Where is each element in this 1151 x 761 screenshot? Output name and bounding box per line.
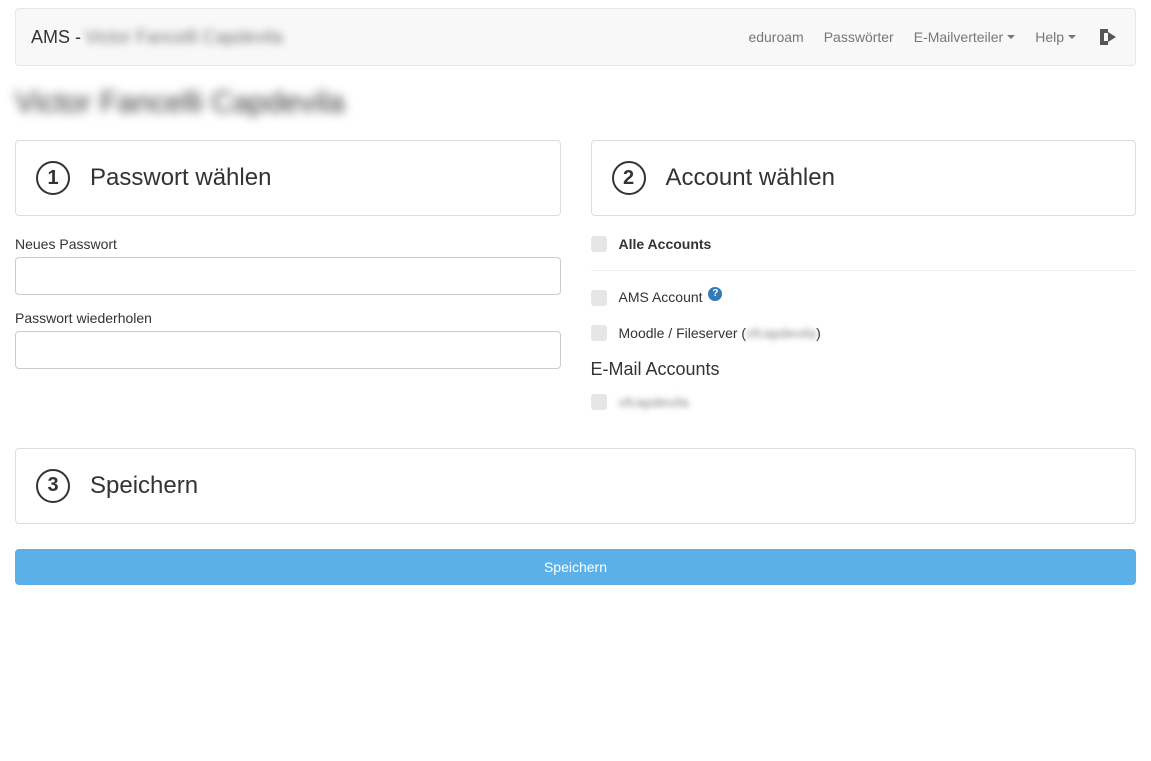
checkbox-label-moodle: Moodle / Fileserver (vfcapdevila)	[619, 325, 821, 341]
panel-heading-3: 3 Speichern	[36, 469, 1115, 503]
chevron-down-icon	[1007, 35, 1015, 39]
nav-label: Help	[1035, 29, 1064, 45]
col-right: 2 Account wählen Alle Accounts AMS Accou…	[591, 140, 1137, 428]
navbar-right: eduroam Passwörter E-Mailverteiler Help	[738, 14, 1135, 60]
panel-password: 1 Passwort wählen	[15, 140, 561, 216]
nav-link-emailverteiler[interactable]: E-Mailverteiler	[904, 14, 1025, 60]
divider	[591, 270, 1137, 271]
help-icon[interactable]: ?	[708, 287, 722, 301]
navbar: AMS - Victor Fancelli Capdevila eduroam …	[15, 8, 1136, 66]
checkbox-label-ams: AMS Account ?	[619, 289, 723, 307]
panel-heading-1: 1 Passwort wählen	[36, 161, 540, 195]
moodle-prefix: Moodle / Fileserver (	[619, 325, 747, 341]
panel-heading-2: 2 Account wählen	[612, 161, 1116, 195]
checkbox-label-all: Alle Accounts	[619, 236, 712, 252]
nav-label: eduroam	[748, 29, 803, 45]
panel-title-1: Passwort wählen	[90, 164, 271, 192]
brand-user: Victor Fancelli Capdevila	[85, 27, 283, 48]
checkbox-moodle[interactable]: Moodle / Fileserver (vfcapdevila)	[591, 325, 1137, 341]
step-number-2: 2	[612, 161, 646, 195]
input-repeat-password[interactable]	[15, 331, 561, 369]
checkbox-box[interactable]	[591, 290, 607, 306]
email-section-heading: E-Mail Accounts	[591, 359, 1137, 380]
label-repeat-password: Passwort wiederholen	[15, 310, 561, 326]
nav-link-eduroam[interactable]: eduroam	[738, 14, 813, 60]
page-title: Victor Fancelli Capdevila	[15, 86, 1136, 120]
step-number-1: 1	[36, 161, 70, 195]
nav-label: E-Mailverteiler	[914, 29, 1003, 45]
panel-title-3: Speichern	[90, 472, 198, 500]
step-number-3: 3	[36, 469, 70, 503]
chevron-down-icon	[1068, 35, 1076, 39]
panel-title-2: Account wählen	[666, 164, 835, 192]
checkbox-ams-account[interactable]: AMS Account ?	[591, 289, 1137, 307]
content: 1 Passwort wählen Neues Passwort Passwor…	[0, 140, 1151, 605]
brand-prefix: AMS -	[31, 27, 81, 48]
form-group-repeat-password: Passwort wiederholen	[15, 310, 561, 369]
input-new-password[interactable]	[15, 257, 561, 295]
checkbox-box[interactable]	[591, 325, 607, 341]
save-button[interactable]: Speichern	[15, 549, 1136, 585]
nav-link-help[interactable]: Help	[1025, 14, 1086, 60]
navbar-brand[interactable]: AMS - Victor Fancelli Capdevila	[16, 12, 298, 63]
checkbox-label-email: vfcapdevila	[619, 394, 689, 410]
row-top: 1 Passwort wählen Neues Passwort Passwor…	[15, 140, 1136, 428]
moodle-suffix: )	[816, 325, 821, 341]
checkbox-box[interactable]	[591, 236, 607, 252]
nav-link-passwords[interactable]: Passwörter	[814, 14, 904, 60]
panel-save: 3 Speichern	[15, 448, 1136, 524]
label-new-password: Neues Passwort	[15, 236, 561, 252]
checkbox-email-account[interactable]: vfcapdevila	[591, 394, 1137, 410]
panel-account: 2 Account wählen	[591, 140, 1137, 216]
form-group-new-password: Neues Passwort	[15, 236, 561, 295]
checkbox-all-accounts[interactable]: Alle Accounts	[591, 236, 1137, 252]
nav-label: Passwörter	[824, 29, 894, 45]
col-left: 1 Passwort wählen Neues Passwort Passwor…	[15, 140, 561, 428]
moodle-user: vfcapdevila	[746, 325, 816, 341]
ams-text: AMS Account	[619, 289, 703, 305]
checkbox-box[interactable]	[591, 394, 607, 410]
logout-icon[interactable]	[1096, 25, 1120, 49]
